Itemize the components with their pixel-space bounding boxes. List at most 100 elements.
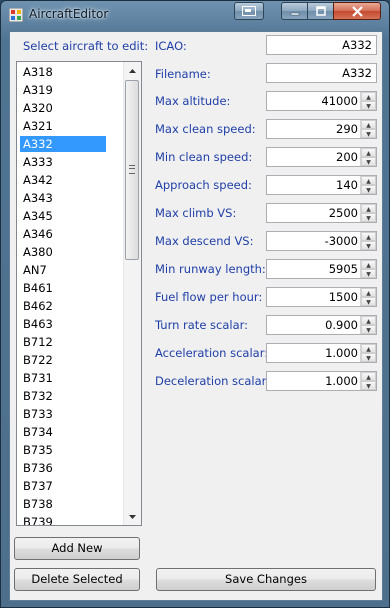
max-climb-vs-value: 2500 [328, 206, 358, 220]
fuel-flow-per-hour-value: 1500 [328, 290, 358, 304]
list-scrollbar[interactable] [123, 62, 141, 525]
list-item[interactable]: B462 [20, 298, 106, 314]
title-bar[interactable]: AircraftEditor [1, 1, 389, 31]
max-descend-vs-stepper[interactable]: -3000 ▲ ▼ [266, 231, 377, 251]
spin-buttons[interactable]: ▲ ▼ [360, 372, 376, 390]
list-item[interactable]: B739 [20, 514, 106, 525]
list-item[interactable]: B733 [20, 406, 106, 422]
spin-down-icon[interactable]: ▼ [361, 325, 376, 334]
spin-buttons[interactable]: ▲ ▼ [360, 260, 376, 278]
approach-speed-stepper[interactable]: 140 ▲ ▼ [266, 175, 377, 195]
max-altitude-label: Max altitude: [155, 94, 231, 108]
window-extra-button[interactable] [234, 2, 264, 20]
list-item[interactable]: B461 [20, 280, 106, 296]
spin-down-icon[interactable]: ▼ [361, 185, 376, 194]
spin-down-icon[interactable]: ▼ [361, 381, 376, 390]
add-new-button[interactable]: Add New [14, 537, 140, 560]
spin-down-icon[interactable]: ▼ [361, 269, 376, 278]
spin-buttons[interactable]: ▲ ▼ [360, 92, 376, 110]
spin-up-icon[interactable]: ▲ [361, 344, 376, 353]
spin-buttons[interactable]: ▲ ▼ [360, 120, 376, 138]
minimize-button[interactable] [281, 2, 308, 20]
icao-field[interactable]: A332 [266, 35, 377, 55]
app-icon [9, 8, 23, 22]
min-runway-length-stepper[interactable]: 5905 ▲ ▼ [266, 259, 377, 279]
list-item[interactable]: A320 [20, 100, 106, 116]
min-runway-length-label: Min runway length: [155, 262, 266, 276]
list-item[interactable]: A319 [20, 82, 106, 98]
spin-up-icon[interactable]: ▲ [361, 204, 376, 213]
spin-up-icon[interactable]: ▲ [361, 288, 376, 297]
scroll-up-icon [129, 68, 136, 73]
spin-down-icon[interactable]: ▼ [361, 241, 376, 250]
list-item[interactable]: B737 [20, 478, 106, 494]
filename-field[interactable]: A332 [266, 63, 377, 83]
spin-up-icon[interactable]: ▲ [361, 260, 376, 269]
list-item[interactable]: B732 [20, 388, 106, 404]
spin-up-icon[interactable]: ▲ [361, 92, 376, 101]
app-window: AircraftEditor Select aircraft to edit: … [0, 0, 390, 608]
list-item[interactable]: B734 [20, 424, 106, 440]
spin-down-icon[interactable]: ▼ [361, 101, 376, 110]
spin-buttons[interactable]: ▲ ▼ [360, 204, 376, 222]
scroll-thumb[interactable] [125, 80, 139, 260]
save-changes-button[interactable]: Save Changes [156, 568, 376, 591]
scroll-down-button[interactable] [124, 508, 141, 525]
list-item[interactable]: A318 [20, 64, 106, 80]
filename-label: Filename: [155, 67, 211, 81]
spin-up-icon[interactable]: ▲ [361, 316, 376, 325]
list-item[interactable]: A345 [20, 208, 106, 224]
delete-selected-button[interactable]: Delete Selected [14, 568, 140, 591]
list-item[interactable]: B735 [20, 442, 106, 458]
list-item[interactable]: A333 [20, 154, 106, 170]
scroll-grip [129, 165, 135, 174]
max-clean-speed-value: 290 [336, 122, 358, 136]
max-climb-vs-stepper[interactable]: 2500 ▲ ▼ [266, 203, 377, 223]
list-item[interactable]: B463 [20, 316, 106, 332]
maximize-button[interactable] [307, 2, 334, 20]
spin-down-icon[interactable]: ▼ [361, 129, 376, 138]
max-clean-speed-stepper[interactable]: 290 ▲ ▼ [266, 119, 377, 139]
approach-speed-value: 140 [336, 178, 358, 192]
spin-up-icon[interactable]: ▲ [361, 232, 376, 241]
acceleration-scalar-stepper[interactable]: 1.000 ▲ ▼ [266, 343, 377, 363]
list-item[interactable]: A321 [20, 118, 106, 134]
list-item[interactable]: B722 [20, 352, 106, 368]
spin-up-icon[interactable]: ▲ [361, 120, 376, 129]
min-clean-speed-value: 200 [336, 150, 358, 164]
close-button[interactable] [333, 2, 381, 20]
list-item[interactable]: A380 [20, 244, 106, 260]
list-item[interactable]: B736 [20, 460, 106, 476]
spin-buttons[interactable]: ▲ ▼ [360, 344, 376, 362]
list-item[interactable]: A332 [20, 136, 106, 152]
spin-down-icon[interactable]: ▼ [361, 353, 376, 362]
spin-buttons[interactable]: ▲ ▼ [360, 316, 376, 334]
deceleration-scalar-stepper[interactable]: 1.000 ▲ ▼ [266, 371, 377, 391]
scroll-up-button[interactable] [124, 62, 141, 79]
spin-buttons[interactable]: ▲ ▼ [360, 176, 376, 194]
max-altitude-stepper[interactable]: 41000 ▲ ▼ [266, 91, 377, 111]
spin-up-icon[interactable]: ▲ [361, 372, 376, 381]
fuel-flow-per-hour-stepper[interactable]: 1500 ▲ ▼ [266, 287, 377, 307]
list-item[interactable]: AN7 [20, 262, 106, 278]
spin-down-icon[interactable]: ▼ [361, 213, 376, 222]
spin-buttons[interactable]: ▲ ▼ [360, 232, 376, 250]
list-item[interactable]: B712 [20, 334, 106, 350]
spin-buttons[interactable]: ▲ ▼ [360, 288, 376, 306]
spin-down-icon[interactable]: ▼ [361, 297, 376, 306]
list-item[interactable]: B738 [20, 496, 106, 512]
list-item[interactable]: A343 [20, 190, 106, 206]
list-item[interactable]: A346 [20, 226, 106, 242]
acceleration-scalar-label: Acceleration scalar: [155, 346, 269, 360]
spin-buttons[interactable]: ▲ ▼ [360, 148, 376, 166]
list-item[interactable]: B731 [20, 370, 106, 386]
icao-label: ICAO: [155, 39, 187, 53]
turn-rate-scalar-stepper[interactable]: 0.900 ▲ ▼ [266, 315, 377, 335]
aircraft-list[interactable]: A318 A319 A320 A321 A332 A333 A342 A343 A345 A346… [16, 61, 142, 526]
min-runway-length-value: 5905 [328, 262, 358, 276]
spin-up-icon[interactable]: ▲ [361, 176, 376, 185]
spin-down-icon[interactable]: ▼ [361, 157, 376, 166]
min-clean-speed-stepper[interactable]: 200 ▲ ▼ [266, 147, 377, 167]
spin-up-icon[interactable]: ▲ [361, 148, 376, 157]
list-item[interactable]: A342 [20, 172, 106, 188]
